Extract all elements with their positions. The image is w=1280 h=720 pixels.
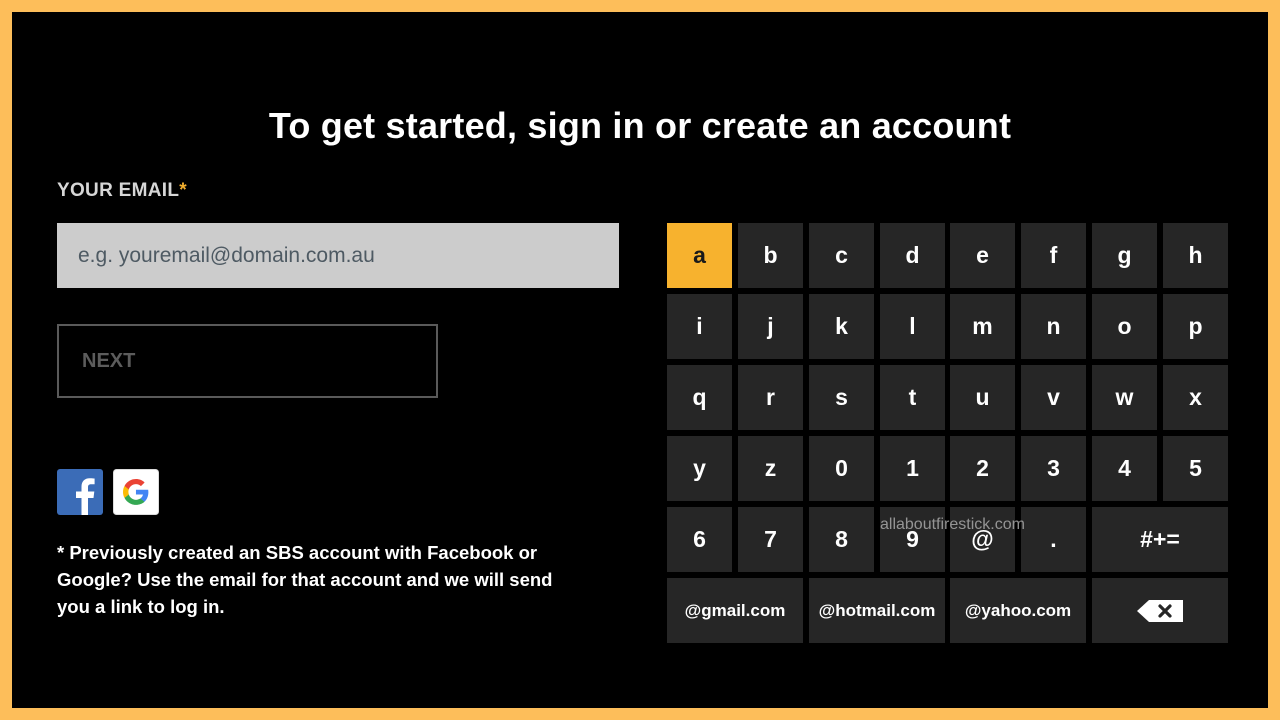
key-x[interactable]: x (1163, 365, 1228, 430)
key-f[interactable]: f (1021, 223, 1086, 288)
key-b[interactable]: b (738, 223, 803, 288)
key-6[interactable]: 6 (667, 507, 732, 572)
tv-screen: To get started, sign in or create an acc… (12, 12, 1268, 708)
key-p[interactable]: p (1163, 294, 1228, 359)
key-d[interactable]: d (880, 223, 945, 288)
on-screen-keyboard: a b c d e f g h i j k l m n o p q r s t … (667, 223, 1228, 643)
google-icon[interactable] (113, 469, 159, 515)
key-z[interactable]: z (738, 436, 803, 501)
key-o[interactable]: o (1092, 294, 1157, 359)
key-1[interactable]: 1 (880, 436, 945, 501)
key-0[interactable]: 0 (809, 436, 874, 501)
key-g[interactable]: g (1092, 223, 1157, 288)
page-title: To get started, sign in or create an acc… (268, 105, 1012, 146)
email-input[interactable] (57, 223, 619, 288)
key-s[interactable]: s (809, 365, 874, 430)
key-u[interactable]: u (950, 365, 1015, 430)
email-label: YOUR EMAIL* (57, 180, 187, 202)
key-c[interactable]: c (809, 223, 874, 288)
key-y[interactable]: y (667, 436, 732, 501)
key-w[interactable]: w (1092, 365, 1157, 430)
key-5[interactable]: 5 (1163, 436, 1228, 501)
next-button[interactable]: NEXT (57, 324, 438, 398)
key-hotmail[interactable]: @hotmail.com (809, 578, 945, 643)
key-t[interactable]: t (880, 365, 945, 430)
key-q[interactable]: q (667, 365, 732, 430)
key-symbols[interactable]: #+= (1092, 507, 1228, 572)
key-8[interactable]: 8 (809, 507, 874, 572)
key-k[interactable]: k (809, 294, 874, 359)
key-v[interactable]: v (1021, 365, 1086, 430)
key-gmail[interactable]: @gmail.com (667, 578, 803, 643)
key-i[interactable]: i (667, 294, 732, 359)
key-2[interactable]: 2 (950, 436, 1015, 501)
key-a[interactable]: a (667, 223, 732, 288)
key-yahoo[interactable]: @yahoo.com (950, 578, 1086, 643)
key-4[interactable]: 4 (1092, 436, 1157, 501)
email-label-text: YOUR EMAIL (57, 180, 180, 201)
key-at[interactable]: @ (950, 507, 1015, 572)
key-backspace[interactable] (1092, 578, 1228, 643)
facebook-icon[interactable] (57, 469, 103, 515)
account-note: * Previously created an SBS account with… (57, 542, 553, 617)
key-e[interactable]: e (950, 223, 1015, 288)
key-j[interactable]: j (738, 294, 803, 359)
key-l[interactable]: l (880, 294, 945, 359)
key-h[interactable]: h (1163, 223, 1228, 288)
key-7[interactable]: 7 (738, 507, 803, 572)
key-r[interactable]: r (738, 365, 803, 430)
key-9[interactable]: 9 (880, 507, 945, 572)
key-n[interactable]: n (1021, 294, 1086, 359)
required-marker: * (179, 180, 187, 201)
backspace-icon (1137, 599, 1183, 622)
key-m[interactable]: m (950, 294, 1015, 359)
key-period[interactable]: . (1021, 507, 1086, 572)
key-3[interactable]: 3 (1021, 436, 1086, 501)
social-login (57, 469, 159, 515)
